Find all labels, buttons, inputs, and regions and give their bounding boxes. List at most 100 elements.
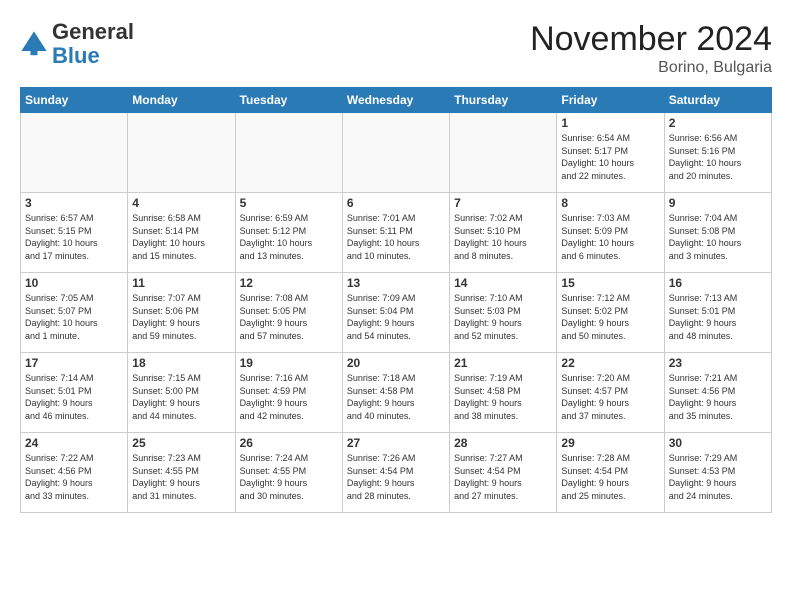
day-number: 26 (240, 436, 338, 450)
day-number: 20 (347, 356, 445, 370)
day-cell: 26 Sunrise: 7:24 AM Sunset: 4:55 PM Dayli… (235, 433, 342, 513)
day-number: 30 (669, 436, 767, 450)
day-cell: 19 Sunrise: 7:16 AM Sunset: 4:59 PM Dayli… (235, 353, 342, 433)
day-cell: 28 Sunrise: 7:27 AM Sunset: 4:54 PM Dayli… (450, 433, 557, 513)
day-info: Sunrise: 7:13 AM Sunset: 5:01 PM Dayligh… (669, 292, 767, 342)
day-number: 5 (240, 196, 338, 210)
day-cell: 16 Sunrise: 7:13 AM Sunset: 5:01 PM Dayli… (664, 273, 771, 353)
col-header-saturday: Saturday (664, 88, 771, 113)
day-info: Sunrise: 7:10 AM Sunset: 5:03 PM Dayligh… (454, 292, 552, 342)
logo-blue: Blue (52, 43, 100, 68)
day-cell: 27 Sunrise: 7:26 AM Sunset: 4:54 PM Dayli… (342, 433, 449, 513)
day-number: 3 (25, 196, 123, 210)
day-cell: 10 Sunrise: 7:05 AM Sunset: 5:07 PM Dayli… (21, 273, 128, 353)
day-info: Sunrise: 6:57 AM Sunset: 5:15 PM Dayligh… (25, 212, 123, 262)
day-number: 7 (454, 196, 552, 210)
day-info: Sunrise: 7:27 AM Sunset: 4:54 PM Dayligh… (454, 452, 552, 502)
day-number: 4 (132, 196, 230, 210)
col-header-sunday: Sunday (21, 88, 128, 113)
day-info: Sunrise: 7:04 AM Sunset: 5:08 PM Dayligh… (669, 212, 767, 262)
day-cell: 5 Sunrise: 6:59 AM Sunset: 5:12 PM Daylig… (235, 193, 342, 273)
day-number: 10 (25, 276, 123, 290)
day-info: Sunrise: 7:07 AM Sunset: 5:06 PM Dayligh… (132, 292, 230, 342)
day-number: 17 (25, 356, 123, 370)
logo: General Blue (20, 20, 134, 68)
day-info: Sunrise: 7:16 AM Sunset: 4:59 PM Dayligh… (240, 372, 338, 422)
day-number: 2 (669, 116, 767, 130)
day-info: Sunrise: 7:08 AM Sunset: 5:05 PM Dayligh… (240, 292, 338, 342)
day-cell: 2Sunrise: 6:56 AM Sunset: 5:16 PM Daylig… (664, 113, 771, 193)
header-row: SundayMondayTuesdayWednesdayThursdayFrid… (21, 88, 772, 113)
day-info: Sunrise: 7:03 AM Sunset: 5:09 PM Dayligh… (561, 212, 659, 262)
week-row-5: 24 Sunrise: 7:22 AM Sunset: 4:56 PM Dayli… (21, 433, 772, 513)
day-info: Sunrise: 6:59 AM Sunset: 5:12 PM Dayligh… (240, 212, 338, 262)
week-row-1: 1Sunrise: 6:54 AM Sunset: 5:17 PM Daylig… (21, 113, 772, 193)
day-cell: 18Sunrise: 7:15 AM Sunset: 5:00 PM Dayli… (128, 353, 235, 433)
day-info: Sunrise: 7:19 AM Sunset: 4:58 PM Dayligh… (454, 372, 552, 422)
day-number: 15 (561, 276, 659, 290)
day-number: 22 (561, 356, 659, 370)
calendar-table: SundayMondayTuesdayWednesdayThursdayFrid… (20, 87, 772, 513)
day-cell: 1Sunrise: 6:54 AM Sunset: 5:17 PM Daylig… (557, 113, 664, 193)
col-header-friday: Friday (557, 88, 664, 113)
day-cell: 30 Sunrise: 7:29 AM Sunset: 4:53 PM Dayli… (664, 433, 771, 513)
day-info: Sunrise: 6:58 AM Sunset: 5:14 PM Dayligh… (132, 212, 230, 262)
day-number: 24 (25, 436, 123, 450)
day-number: 6 (347, 196, 445, 210)
day-info: Sunrise: 7:21 AM Sunset: 4:56 PM Dayligh… (669, 372, 767, 422)
day-number: 27 (347, 436, 445, 450)
day-cell: 29Sunrise: 7:28 AM Sunset: 4:54 PM Dayli… (557, 433, 664, 513)
title-block: November 2024 Borino, Bulgaria (530, 20, 772, 77)
month-title: November 2024 (530, 20, 772, 59)
day-info: Sunrise: 6:54 AM Sunset: 5:17 PM Dayligh… (561, 132, 659, 182)
day-number: 11 (132, 276, 230, 290)
day-info: Sunrise: 7:15 AM Sunset: 5:00 PM Dayligh… (132, 372, 230, 422)
day-info: Sunrise: 7:29 AM Sunset: 4:53 PM Dayligh… (669, 452, 767, 502)
day-cell: 6 Sunrise: 7:01 AM Sunset: 5:11 PM Daylig… (342, 193, 449, 273)
day-info: Sunrise: 7:24 AM Sunset: 4:55 PM Dayligh… (240, 452, 338, 502)
day-info: Sunrise: 7:01 AM Sunset: 5:11 PM Dayligh… (347, 212, 445, 262)
week-row-3: 10 Sunrise: 7:05 AM Sunset: 5:07 PM Dayli… (21, 273, 772, 353)
logo-general: General (52, 19, 134, 44)
day-number: 9 (669, 196, 767, 210)
col-header-monday: Monday (128, 88, 235, 113)
day-cell: 15 Sunrise: 7:12 AM Sunset: 5:02 PM Dayli… (557, 273, 664, 353)
day-cell (128, 113, 235, 193)
day-info: Sunrise: 7:28 AM Sunset: 4:54 PM Dayligh… (561, 452, 659, 502)
day-number: 28 (454, 436, 552, 450)
day-cell (450, 113, 557, 193)
day-cell (342, 113, 449, 193)
day-info: Sunrise: 7:18 AM Sunset: 4:58 PM Dayligh… (347, 372, 445, 422)
day-cell: 3 Sunrise: 6:57 AM Sunset: 5:15 PM Daylig… (21, 193, 128, 273)
day-info: Sunrise: 7:20 AM Sunset: 4:57 PM Dayligh… (561, 372, 659, 422)
col-header-tuesday: Tuesday (235, 88, 342, 113)
day-number: 13 (347, 276, 445, 290)
day-number: 19 (240, 356, 338, 370)
week-row-2: 3 Sunrise: 6:57 AM Sunset: 5:15 PM Daylig… (21, 193, 772, 273)
week-row-4: 17 Sunrise: 7:14 AM Sunset: 5:01 PM Dayli… (21, 353, 772, 433)
day-info: Sunrise: 7:23 AM Sunset: 4:55 PM Dayligh… (132, 452, 230, 502)
day-number: 8 (561, 196, 659, 210)
header: General Blue November 2024 Borino, Bulga… (20, 20, 772, 77)
day-info: Sunrise: 7:14 AM Sunset: 5:01 PM Dayligh… (25, 372, 123, 422)
day-cell: 21 Sunrise: 7:19 AM Sunset: 4:58 PM Dayli… (450, 353, 557, 433)
col-header-thursday: Thursday (450, 88, 557, 113)
day-number: 21 (454, 356, 552, 370)
day-info: Sunrise: 7:26 AM Sunset: 4:54 PM Dayligh… (347, 452, 445, 502)
day-cell: 22 Sunrise: 7:20 AM Sunset: 4:57 PM Dayli… (557, 353, 664, 433)
day-cell (21, 113, 128, 193)
day-info: Sunrise: 7:22 AM Sunset: 4:56 PM Dayligh… (25, 452, 123, 502)
day-cell: 12 Sunrise: 7:08 AM Sunset: 5:05 PM Dayli… (235, 273, 342, 353)
day-number: 14 (454, 276, 552, 290)
day-number: 12 (240, 276, 338, 290)
day-cell: 9 Sunrise: 7:04 AM Sunset: 5:08 PM Daylig… (664, 193, 771, 273)
day-info: Sunrise: 7:05 AM Sunset: 5:07 PM Dayligh… (25, 292, 123, 342)
day-number: 16 (669, 276, 767, 290)
day-cell: 11 Sunrise: 7:07 AM Sunset: 5:06 PM Dayli… (128, 273, 235, 353)
logo-text: General Blue (52, 20, 134, 68)
logo-icon (20, 30, 48, 58)
page: General Blue November 2024 Borino, Bulga… (0, 0, 792, 523)
day-info: Sunrise: 7:12 AM Sunset: 5:02 PM Dayligh… (561, 292, 659, 342)
day-cell: 24 Sunrise: 7:22 AM Sunset: 4:56 PM Dayli… (21, 433, 128, 513)
day-cell: 4 Sunrise: 6:58 AM Sunset: 5:14 PM Daylig… (128, 193, 235, 273)
